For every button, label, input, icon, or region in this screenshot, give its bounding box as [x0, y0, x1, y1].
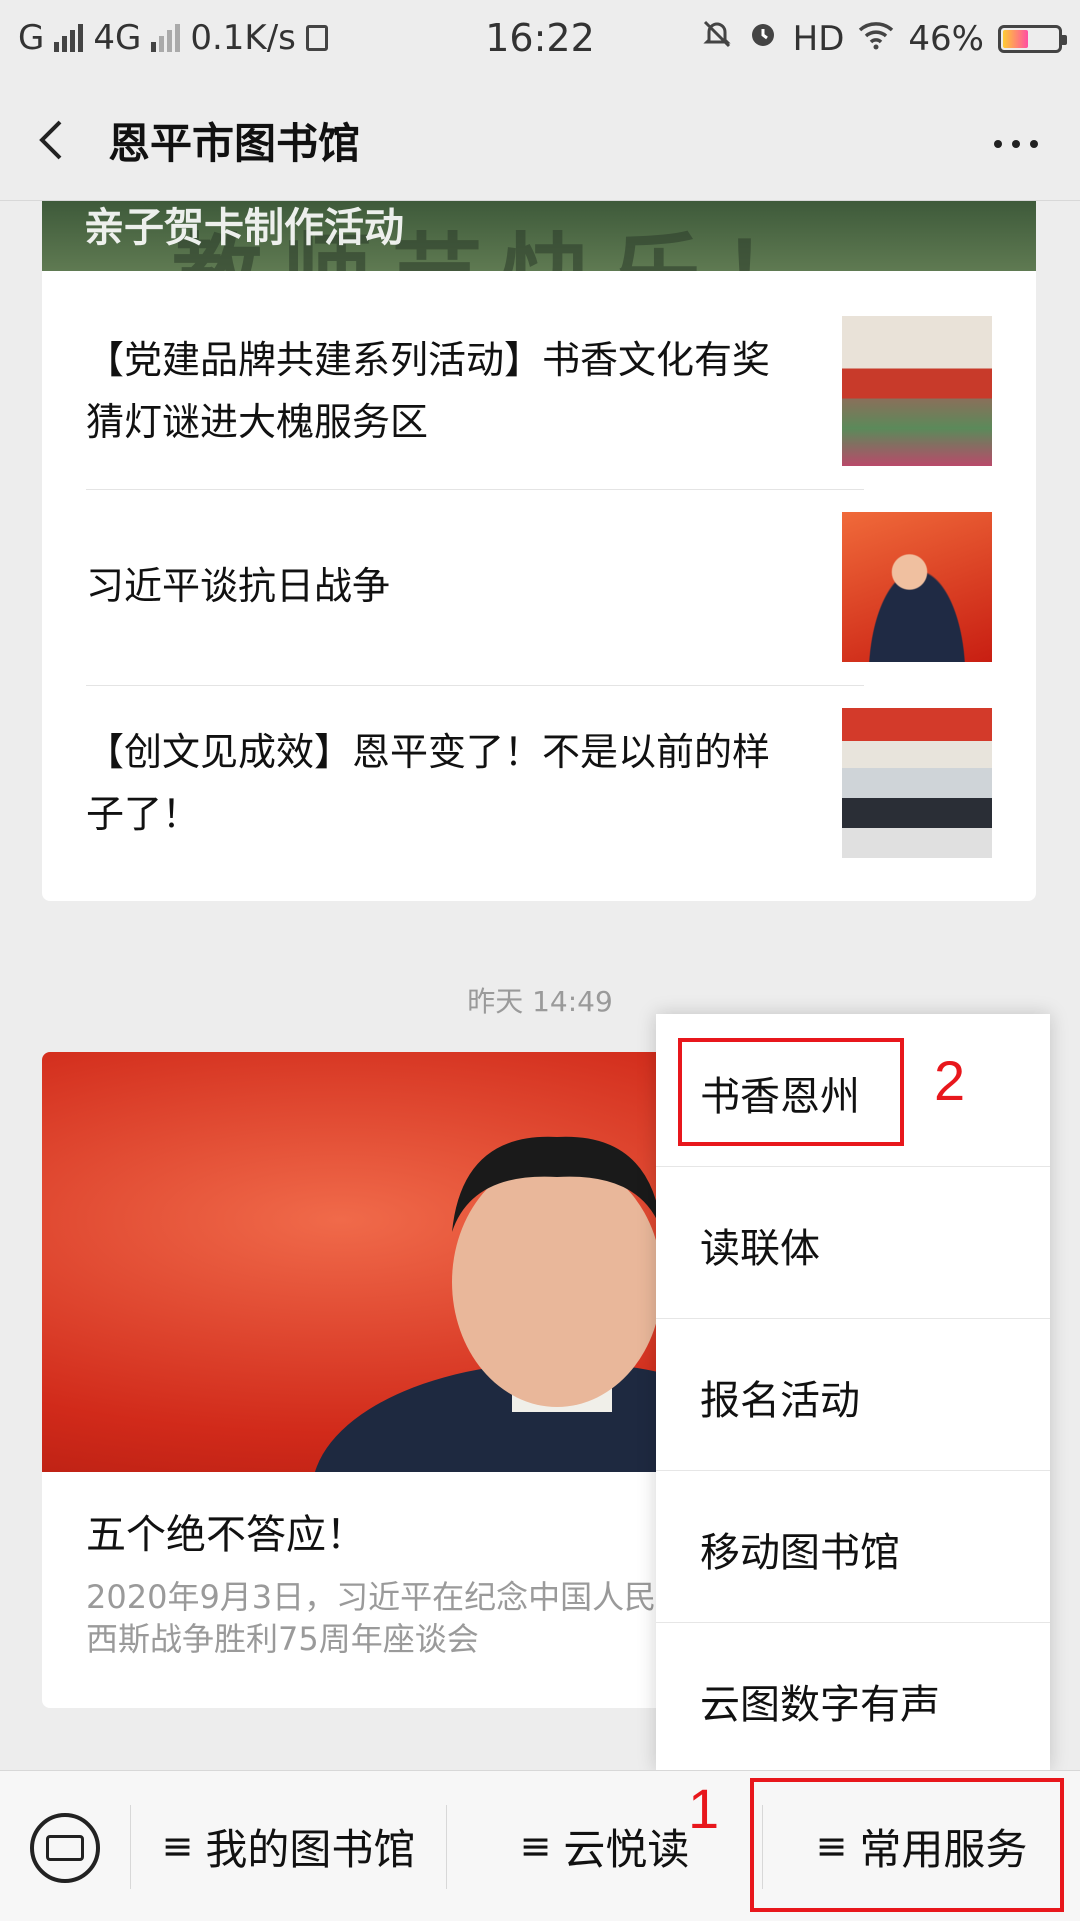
nav-bar: 恩平市图书馆 — [0, 80, 1080, 201]
status-right: HD 46% — [701, 18, 1067, 59]
more-dots-icon — [994, 140, 1038, 148]
menu-item-yuntu-shuzi-yousheng[interactable]: 云图数字有声 — [656, 1622, 1050, 1770]
article-thumbnail — [842, 316, 992, 466]
article-title: 习近平谈抗日战争 — [86, 564, 391, 608]
menu-label: 云悦读 — [563, 1824, 690, 1874]
battery-icon — [998, 24, 1067, 53]
menu-item-label: 云图数字有声 — [700, 1682, 940, 1728]
keyboard-icon — [46, 1835, 84, 1861]
banner-caption: 亲子贺卡制作活动 — [84, 205, 404, 251]
article-title: 【创文见成效】恩平变了！不是以前的样子了！ — [86, 730, 771, 836]
message-card-top: 教师节快乐！ 亲子贺卡制作活动 【党建品牌共建系列活动】书香文化有奖猜灯谜进大槐… — [42, 201, 1036, 901]
annotation-step-1: 1 — [688, 1777, 720, 1840]
hamburger-icon: ≡ — [519, 1824, 552, 1868]
divider — [86, 489, 864, 490]
menu-label: 我的图书馆 — [205, 1824, 416, 1874]
article-thumbnail — [842, 708, 992, 858]
banner-image[interactable]: 教师节快乐！ 亲子贺卡制作活动 — [42, 201, 1036, 271]
page-title: 恩平市图书馆 — [108, 119, 361, 168]
hamburger-icon: ≡ — [161, 1824, 194, 1868]
article-list-item[interactable]: 【创文见成效】恩平变了！不是以前的样子了！ — [86, 693, 992, 888]
highlight-box-step-1 — [750, 1778, 1064, 1912]
keyboard-toggle-button[interactable] — [30, 1813, 100, 1883]
divider — [86, 685, 864, 686]
menu-item-baoming-huodong[interactable]: 报名活动 — [656, 1318, 1050, 1471]
menu-my-library[interactable]: ≡ 我的图书馆 — [131, 1771, 446, 1921]
article-list-item[interactable]: 【党建品牌共建系列活动】书香文化有奖猜灯谜进大槐服务区 — [86, 301, 992, 496]
article-thumbnail — [842, 512, 992, 662]
menu-item-label: 移动图书馆 — [700, 1530, 900, 1576]
mute-bell-icon — [701, 18, 733, 59]
back-button[interactable] — [30, 110, 78, 170]
back-arrow-icon — [39, 120, 62, 160]
highlight-box-step-2 — [678, 1038, 904, 1146]
menu-item-yidong-tushuguan[interactable]: 移动图书馆 — [656, 1470, 1050, 1623]
status-bar: G 4G 0.1K/s 16:22 HD 46% — [0, 0, 1080, 80]
menu-item-label: 读联体 — [700, 1226, 820, 1272]
battery-fill — [1003, 29, 1028, 48]
alarm-icon — [747, 18, 779, 59]
article-list-item[interactable]: 习近平谈抗日战争 — [86, 497, 992, 692]
article-title: 五个绝不答应！ — [86, 1512, 366, 1558]
annotation-step-2: 2 — [934, 1049, 966, 1112]
more-options-button[interactable] — [992, 132, 1040, 150]
battery-percent: 46% — [908, 18, 984, 59]
menu-item-label: 报名活动 — [700, 1378, 860, 1424]
wifi-icon — [858, 19, 894, 59]
menu-item-dulianti[interactable]: 读联体 — [656, 1166, 1050, 1319]
hd-label: HD — [792, 18, 845, 59]
article-title: 【党建品牌共建系列活动】书香文化有奖猜灯谜进大槐服务区 — [86, 338, 771, 444]
